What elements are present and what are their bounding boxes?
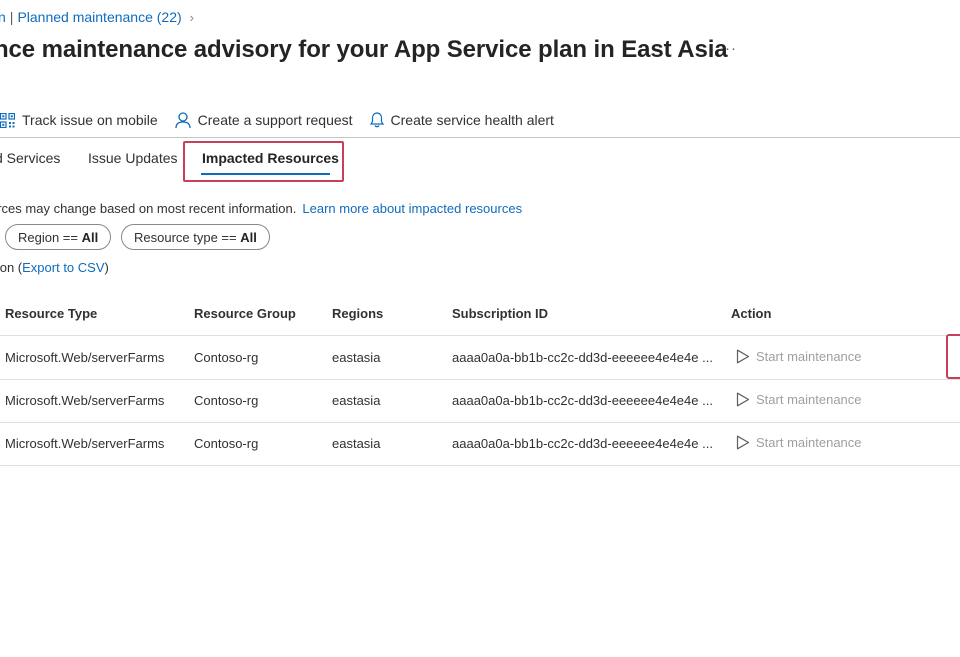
info-text: urces may change based on most recent in… [0,201,297,216]
more-options-icon[interactable]: ··· [719,40,737,57]
create-health-alert-button[interactable]: Create service health alert [369,112,554,128]
start-maintenance-button[interactable]: Start maintenance [736,392,862,407]
column-header-resource-group[interactable]: Resource Group [194,306,296,321]
track-issue-mobile-button[interactable]: Track issue on mobile [0,112,158,128]
play-icon [736,349,750,364]
column-header-subscription-id[interactable]: Subscription ID [452,306,548,321]
cell-resource-type: Microsoft.Web/serverFarms [5,436,165,451]
track-issue-mobile-label: Track issue on mobile [22,112,158,128]
qr-code-icon [0,112,15,128]
export-csv-link[interactable]: Export to CSV [22,260,104,275]
column-header-regions[interactable]: Regions [332,306,383,321]
breadcrumb-item-planned-maintenance[interactable]: Planned maintenance (22) [17,9,181,25]
start-maintenance-label: Start maintenance [756,435,862,450]
region-filter-key: Region == [18,230,82,245]
info-message: urces may change based on most recent in… [0,201,522,216]
create-support-request-button[interactable]: Create a support request [175,111,353,129]
page-title: nce maintenance advisory for your App Se… [0,36,728,63]
cell-resource-type: Microsoft.Web/serverFarms [5,393,165,408]
export-prefix: ption ( [0,260,23,275]
cell-subscription-id: aaaa0a0a-bb1b-cc2c-dd3d-eeeeee4e4e4e ... [452,350,713,365]
bell-icon [369,112,384,128]
create-health-alert-label: Create service health alert [390,112,554,128]
command-bar: Track issue on mobile Create a support r… [0,110,571,130]
cell-subscription-id: aaaa0a0a-bb1b-cc2c-dd3d-eeeeee4e4e4e ... [452,393,713,408]
cell-region: eastasia [332,350,381,365]
region-filter-value: All [81,230,99,245]
cell-resource-group: Contoso-rg [194,393,259,408]
export-suffix: ) [104,260,109,275]
create-support-request-label: Create a support request [197,112,353,128]
region-filter-pill[interactable]: Region == All [5,224,112,250]
toolbar-divider [0,137,960,138]
tab-issue-updates[interactable]: Issue Updates [88,150,178,166]
breadcrumb-separator: | [9,9,14,25]
breadcrumb: n | Planned maintenance (22) › [0,9,194,25]
tab-affected-services[interactable]: d Services [0,150,60,166]
resource-type-filter-pill[interactable]: Resource type == All [121,224,270,250]
learn-more-link[interactable]: Learn more about impacted resources [302,201,522,216]
table-row[interactable]: Microsoft.Web/serverFarms Contoso-rg eas… [0,422,960,466]
tab-highlight-callout [183,141,344,182]
column-header-action: Action [731,306,772,321]
start-maintenance-label: Start maintenance [756,392,862,407]
play-icon [736,392,750,407]
play-icon [736,435,750,450]
table-row[interactable]: Microsoft.Web/serverFarms Contoso-rg eas… [0,335,960,380]
cell-region: eastasia [332,393,381,408]
cell-resource-group: Contoso-rg [194,436,259,451]
export-line: ption (Export to CSV) [0,260,109,275]
start-maintenance-label: Start maintenance [756,349,862,364]
cell-resource-group: Contoso-rg [194,350,259,365]
chevron-right-icon: › [189,10,195,25]
resource-type-filter-value: All [240,230,257,245]
column-header-resource-type[interactable]: Resource Type [5,306,97,321]
resource-type-filter-key: Resource type == [134,230,241,245]
cell-subscription-id: aaaa0a0a-bb1b-cc2c-dd3d-eeeeee4e4e4e ... [452,436,713,451]
breadcrumb-item-parent[interactable]: n [0,9,6,25]
cell-resource-type: Microsoft.Web/serverFarms [5,350,165,365]
table-row[interactable]: Microsoft.Web/serverFarms Contoso-rg eas… [0,379,960,423]
start-maintenance-button[interactable]: Start maintenance [736,435,862,450]
start-maintenance-button[interactable]: Start maintenance [736,349,862,364]
person-icon [175,111,191,128]
cell-region: eastasia [332,436,381,451]
row-highlight-callout [946,334,960,379]
